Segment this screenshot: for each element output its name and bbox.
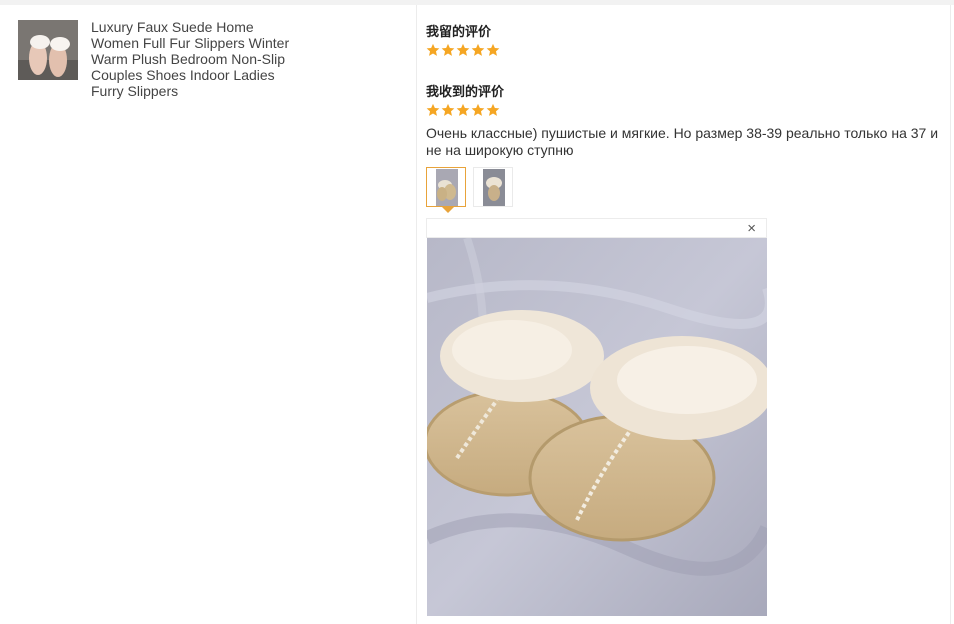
review-text: Очень классные) пушистые и мягкие. Но ра… bbox=[426, 125, 939, 158]
right-border bbox=[950, 5, 951, 624]
star-icon bbox=[471, 43, 485, 56]
my-review-heading: 我留的评价 bbox=[426, 24, 492, 39]
product-title[interactable]: Luxury Faux Suede Home Women Full Fur Sl… bbox=[91, 19, 291, 99]
star-icon bbox=[441, 43, 455, 56]
my-review-stars bbox=[426, 43, 500, 57]
review-image-thumb-2[interactable] bbox=[473, 167, 513, 207]
review-image-thumb-1[interactable] bbox=[426, 167, 466, 207]
star-icon bbox=[426, 43, 440, 56]
star-icon bbox=[486, 43, 500, 56]
selected-thumb-indicator bbox=[442, 207, 454, 213]
review-photo-preview bbox=[427, 238, 767, 616]
top-divider bbox=[0, 0, 954, 5]
star-icon bbox=[471, 103, 485, 116]
column-divider bbox=[416, 5, 417, 624]
star-icon bbox=[441, 103, 455, 116]
product-thumbnail[interactable] bbox=[18, 20, 78, 80]
image-preview-header: × bbox=[426, 218, 767, 238]
star-icon bbox=[486, 103, 500, 116]
received-review-heading: 我收到的评价 bbox=[426, 84, 505, 99]
close-icon[interactable]: × bbox=[747, 220, 756, 237]
star-icon bbox=[426, 103, 440, 116]
star-icon bbox=[456, 103, 470, 116]
star-icon bbox=[456, 43, 470, 56]
received-review-stars bbox=[426, 103, 500, 117]
